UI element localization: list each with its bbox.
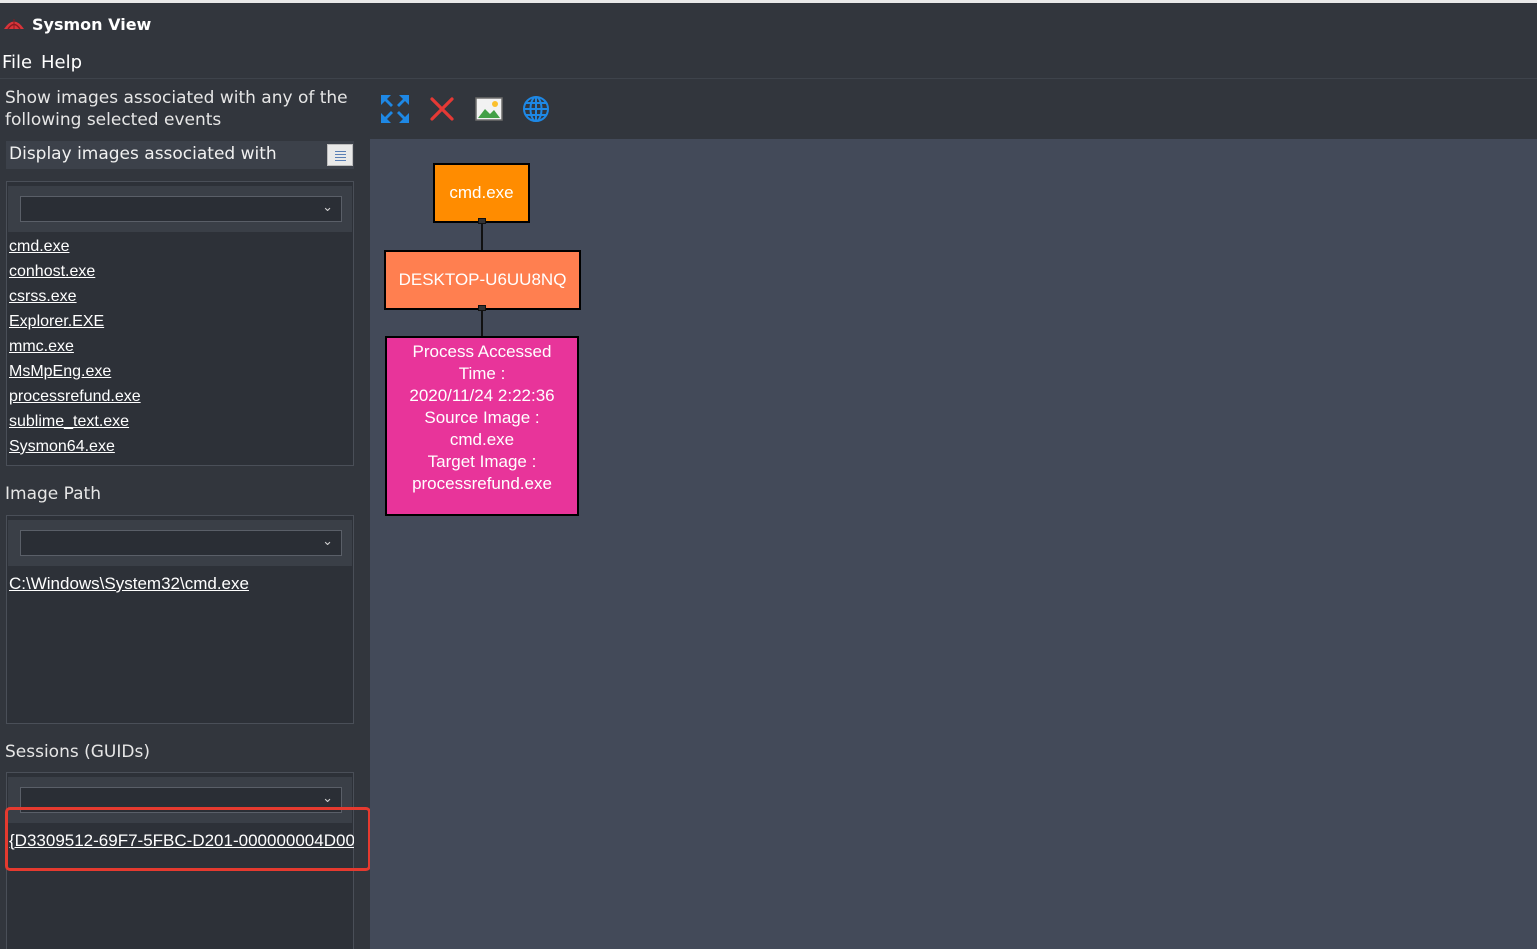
event-line: Process Accessed <box>412 342 552 361</box>
image-link-mmc[interactable]: mmc.exe <box>9 338 74 356</box>
edge-process-host <box>481 222 483 252</box>
image-link-conhost[interactable]: conhost.exe <box>9 263 95 281</box>
event-line: Target Image : <box>427 452 537 471</box>
intro-text-line1: Show images associated with any of the <box>5 88 348 108</box>
image-link-explorer[interactable]: Explorer.EXE <box>9 313 104 331</box>
window-title: Sysmon View <box>32 15 152 34</box>
image-link-processrefund[interactable]: processrefund.exe <box>9 388 141 406</box>
image-link-csrss[interactable]: csrss.exe <box>9 288 77 306</box>
list-icon-line <box>335 151 346 152</box>
images-filter-combo[interactable]: ⌄ <box>20 196 342 222</box>
image-link-sublime-text[interactable]: sublime_text.exe <box>9 413 129 431</box>
host-node[interactable]: DESKTOP-U6UU8NQ <box>384 250 581 310</box>
event-list-button[interactable] <box>327 144 353 166</box>
intro-text-line2: following selected events <box>5 110 222 130</box>
collapse-port[interactable] <box>478 218 486 224</box>
chevron-down-icon[interactable]: ⌄ <box>322 200 333 215</box>
display-filter-label: Display images associated with <box>9 144 277 164</box>
chevron-down-icon[interactable]: ⌄ <box>322 534 333 549</box>
images-combo-value <box>29 197 329 221</box>
menu-help[interactable]: Help <box>41 52 82 73</box>
image-path-heading: Image Path <box>5 484 101 504</box>
graph-toolbar <box>370 79 1537 139</box>
event-line: cmd.exe <box>449 430 515 449</box>
display-filter-row[interactable]: Display images associated with <box>6 141 354 169</box>
export-image-icon[interactable] <box>474 94 504 124</box>
chevron-down-icon[interactable]: ⌄ <box>322 791 333 806</box>
image-path-filter-combo[interactable]: ⌄ <box>20 530 342 556</box>
list-icon-line <box>335 154 346 155</box>
image-link-msmpeng[interactable]: MsMpEng.exe <box>9 363 111 381</box>
event-line: Time : <box>458 364 506 383</box>
list-icon-line <box>335 160 346 161</box>
host-node-label: DESKTOP-U6UU8NQ <box>398 270 567 289</box>
selection-highlight <box>5 807 371 871</box>
edge-host-event <box>481 308 483 338</box>
event-line: processrefund.exe <box>412 474 552 493</box>
event-line: Source Image : <box>424 408 540 427</box>
menu-bar: File Help <box>0 46 1537 79</box>
collapse-port[interactable] <box>478 305 486 311</box>
title-bar: Sysmon View <box>0 3 1537 46</box>
process-node-label: cmd.exe <box>449 183 514 202</box>
event-line: 2020/11/24 2:22:36 <box>409 386 555 405</box>
image-path-combo-value <box>29 531 329 555</box>
image-link-cmd[interactable]: cmd.exe <box>9 238 69 256</box>
process-node[interactable]: cmd.exe <box>433 163 530 223</box>
image-path-panel: ⌄ <box>6 515 354 724</box>
globe-icon[interactable] <box>521 94 551 124</box>
menu-file[interactable]: File <box>2 52 32 73</box>
event-node[interactable]: Process Accessed Time : 2020/11/24 2:22:… <box>385 336 579 516</box>
image-path-link[interactable]: C:\Windows\System32\cmd.exe <box>9 574 249 594</box>
image-link-sysmon64[interactable]: Sysmon64.exe <box>9 438 115 456</box>
sessions-heading: Sessions (GUIDs) <box>5 742 150 762</box>
clear-icon[interactable] <box>427 94 457 124</box>
list-icon-line <box>335 157 346 158</box>
expand-view-icon[interactable] <box>380 94 410 124</box>
sysmon-logo-icon <box>4 19 24 30</box>
